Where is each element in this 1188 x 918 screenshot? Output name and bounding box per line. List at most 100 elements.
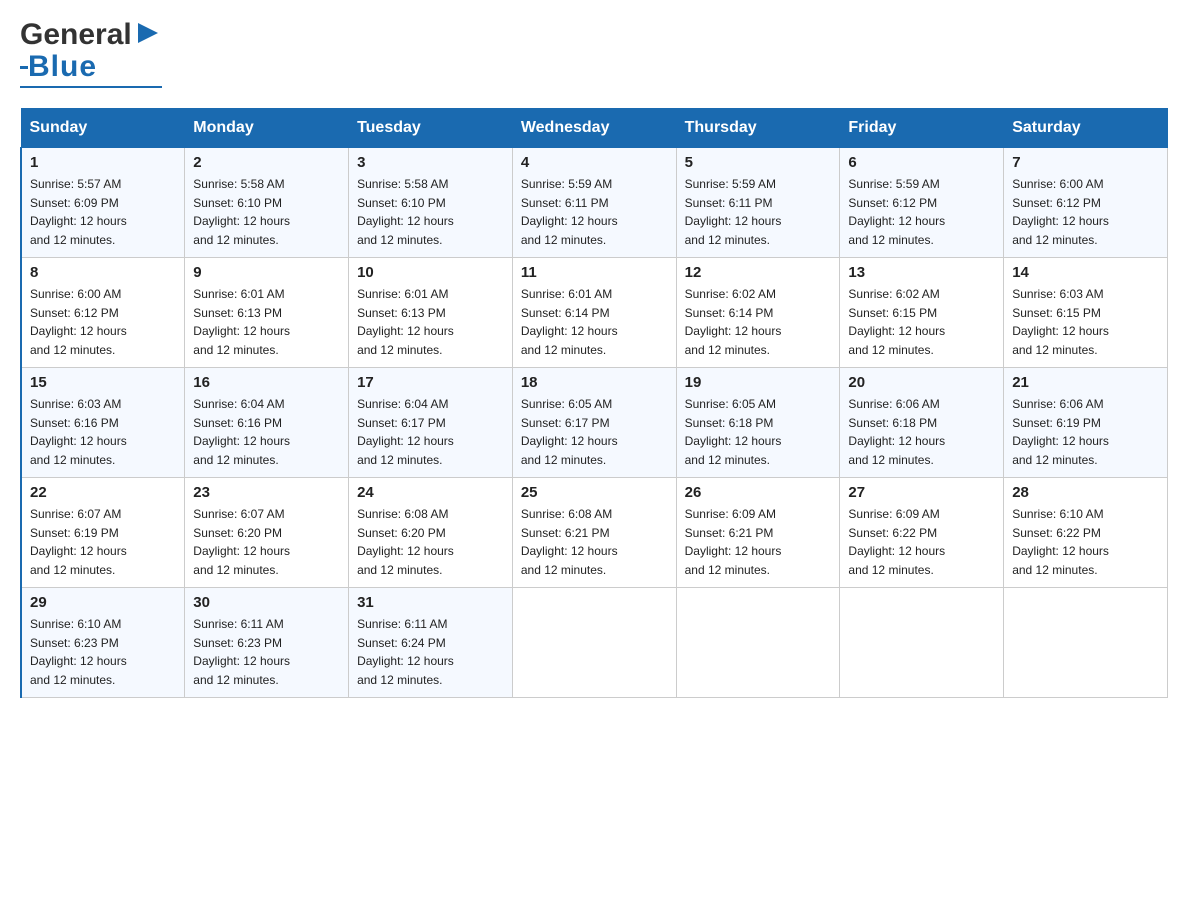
day-number: 5	[685, 154, 832, 171]
day-info: Sunrise: 6:10 AMSunset: 6:22 PMDaylight:…	[1012, 505, 1159, 579]
day-info: Sunrise: 6:02 AMSunset: 6:15 PMDaylight:…	[848, 285, 995, 359]
calendar-cell: 17 Sunrise: 6:04 AMSunset: 6:17 PMDayligh…	[349, 368, 513, 478]
calendar-cell: 9 Sunrise: 6:01 AMSunset: 6:13 PMDaylight…	[185, 258, 349, 368]
day-number: 31	[357, 594, 504, 611]
calendar-week-2: 8 Sunrise: 6:00 AMSunset: 6:12 PMDaylight…	[21, 258, 1168, 368]
day-number: 30	[193, 594, 340, 611]
day-info: Sunrise: 5:59 AMSunset: 6:11 PMDaylight:…	[685, 175, 832, 249]
day-number: 12	[685, 264, 832, 281]
calendar-cell: 11 Sunrise: 6:01 AMSunset: 6:14 PMDayligh…	[512, 258, 676, 368]
day-number: 15	[30, 374, 176, 391]
day-info: Sunrise: 6:10 AMSunset: 6:23 PMDaylight:…	[30, 615, 176, 689]
calendar-table: SundayMondayTuesdayWednesdayThursdayFrid…	[20, 108, 1168, 698]
calendar-cell: 22Sunrise: 6:07 AMSunset: 6:19 PMDayligh…	[21, 478, 185, 588]
day-number: 23	[193, 484, 340, 501]
calendar-cell: 19 Sunrise: 6:05 AMSunset: 6:18 PMDayligh…	[676, 368, 840, 478]
day-number: 16	[193, 374, 340, 391]
calendar-cell: 13 Sunrise: 6:02 AMSunset: 6:15 PMDayligh…	[840, 258, 1004, 368]
day-info: Sunrise: 5:58 AMSunset: 6:10 PMDaylight:…	[193, 175, 340, 249]
header-sunday: Sunday	[21, 109, 185, 148]
calendar-cell: 28 Sunrise: 6:10 AMSunset: 6:22 PMDayligh…	[1004, 478, 1168, 588]
day-info: Sunrise: 6:08 AMSunset: 6:20 PMDaylight:…	[357, 505, 504, 579]
day-info: Sunrise: 5:59 AMSunset: 6:12 PMDaylight:…	[848, 175, 995, 249]
header-thursday: Thursday	[676, 109, 840, 148]
day-number: 1	[30, 154, 176, 171]
day-number: 7	[1012, 154, 1159, 171]
day-info: Sunrise: 6:01 AMSunset: 6:13 PMDaylight:…	[193, 285, 340, 359]
page-header: General Blue	[20, 20, 1168, 88]
calendar-cell: 30 Sunrise: 6:11 AMSunset: 6:23 PMDayligh…	[185, 588, 349, 698]
calendar-cell: 16Sunrise: 6:04 AMSunset: 6:16 PMDayligh…	[185, 368, 349, 478]
day-number: 17	[357, 374, 504, 391]
calendar-cell: 14Sunrise: 6:03 AMSunset: 6:15 PMDayligh…	[1004, 258, 1168, 368]
calendar-cell: 26Sunrise: 6:09 AMSunset: 6:21 PMDayligh…	[676, 478, 840, 588]
header-tuesday: Tuesday	[349, 109, 513, 148]
calendar-week-3: 15 Sunrise: 6:03 AMSunset: 6:16 PMDayligh…	[21, 368, 1168, 478]
day-info: Sunrise: 6:08 AMSunset: 6:21 PMDaylight:…	[521, 505, 668, 579]
calendar-cell	[676, 588, 840, 698]
day-info: Sunrise: 6:07 AMSunset: 6:20 PMDaylight:…	[193, 505, 340, 579]
day-number: 6	[848, 154, 995, 171]
day-number: 25	[521, 484, 668, 501]
logo: General Blue	[20, 20, 162, 88]
calendar-cell	[840, 588, 1004, 698]
day-info: Sunrise: 6:09 AMSunset: 6:22 PMDaylight:…	[848, 505, 995, 579]
day-number: 21	[1012, 374, 1159, 391]
calendar-cell: 20 Sunrise: 6:06 AMSunset: 6:18 PMDayligh…	[840, 368, 1004, 478]
calendar-cell: 4 Sunrise: 5:59 AMSunset: 6:11 PMDaylight…	[512, 148, 676, 258]
calendar-cell: 8 Sunrise: 6:00 AMSunset: 6:12 PMDaylight…	[21, 258, 185, 368]
day-number: 11	[521, 264, 668, 281]
calendar-cell: 24 Sunrise: 6:08 AMSunset: 6:20 PMDayligh…	[349, 478, 513, 588]
day-number: 28	[1012, 484, 1159, 501]
day-number: 24	[357, 484, 504, 501]
day-number: 20	[848, 374, 995, 391]
calendar-week-4: 22Sunrise: 6:07 AMSunset: 6:19 PMDayligh…	[21, 478, 1168, 588]
logo-general: General	[20, 20, 132, 50]
calendar-cell	[1004, 588, 1168, 698]
header-friday: Friday	[840, 109, 1004, 148]
calendar-week-1: 1Sunrise: 5:57 AMSunset: 6:09 PMDaylight…	[21, 148, 1168, 258]
day-number: 2	[193, 154, 340, 171]
calendar-cell: 6 Sunrise: 5:59 AMSunset: 6:12 PMDaylight…	[840, 148, 1004, 258]
day-number: 8	[30, 264, 176, 281]
logo-blue: Blue	[28, 50, 97, 84]
calendar-cell: 27 Sunrise: 6:09 AMSunset: 6:22 PMDayligh…	[840, 478, 1004, 588]
day-number: 9	[193, 264, 340, 281]
header-wednesday: Wednesday	[512, 109, 676, 148]
day-info: Sunrise: 6:00 AMSunset: 6:12 PMDaylight:…	[30, 285, 176, 359]
day-number: 4	[521, 154, 668, 171]
day-info: Sunrise: 5:58 AMSunset: 6:10 PMDaylight:…	[357, 175, 504, 249]
day-info: Sunrise: 6:06 AMSunset: 6:18 PMDaylight:…	[848, 395, 995, 469]
day-info: Sunrise: 6:01 AMSunset: 6:13 PMDaylight:…	[357, 285, 504, 359]
day-info: Sunrise: 6:06 AMSunset: 6:19 PMDaylight:…	[1012, 395, 1159, 469]
day-info: Sunrise: 6:02 AMSunset: 6:14 PMDaylight:…	[685, 285, 832, 359]
calendar-cell	[512, 588, 676, 698]
day-info: Sunrise: 6:00 AMSunset: 6:12 PMDaylight:…	[1012, 175, 1159, 249]
day-number: 26	[685, 484, 832, 501]
calendar-cell: 10 Sunrise: 6:01 AMSunset: 6:13 PMDayligh…	[349, 258, 513, 368]
calendar-cell: 1Sunrise: 5:57 AMSunset: 6:09 PMDaylight…	[21, 148, 185, 258]
day-info: Sunrise: 6:04 AMSunset: 6:17 PMDaylight:…	[357, 395, 504, 469]
calendar-cell: 18Sunrise: 6:05 AMSunset: 6:17 PMDayligh…	[512, 368, 676, 478]
calendar-cell: 23 Sunrise: 6:07 AMSunset: 6:20 PMDayligh…	[185, 478, 349, 588]
day-number: 27	[848, 484, 995, 501]
calendar-cell: 29Sunrise: 6:10 AMSunset: 6:23 PMDayligh…	[21, 588, 185, 698]
day-number: 10	[357, 264, 504, 281]
calendar-cell: 31Sunrise: 6:11 AMSunset: 6:24 PMDayligh…	[349, 588, 513, 698]
day-number: 13	[848, 264, 995, 281]
day-info: Sunrise: 6:03 AMSunset: 6:15 PMDaylight:…	[1012, 285, 1159, 359]
day-info: Sunrise: 6:03 AMSunset: 6:16 PMDaylight:…	[30, 395, 176, 469]
calendar-cell: 3Sunrise: 5:58 AMSunset: 6:10 PMDaylight…	[349, 148, 513, 258]
day-info: Sunrise: 6:11 AMSunset: 6:23 PMDaylight:…	[193, 615, 340, 689]
calendar-cell: 5 Sunrise: 5:59 AMSunset: 6:11 PMDaylight…	[676, 148, 840, 258]
day-info: Sunrise: 5:59 AMSunset: 6:11 PMDaylight:…	[521, 175, 668, 249]
day-info: Sunrise: 6:01 AMSunset: 6:14 PMDaylight:…	[521, 285, 668, 359]
day-number: 18	[521, 374, 668, 391]
day-number: 19	[685, 374, 832, 391]
calendar-cell: 2 Sunrise: 5:58 AMSunset: 6:10 PMDaylight…	[185, 148, 349, 258]
calendar-cell: 21 Sunrise: 6:06 AMSunset: 6:19 PMDayligh…	[1004, 368, 1168, 478]
calendar-cell: 12 Sunrise: 6:02 AMSunset: 6:14 PMDayligh…	[676, 258, 840, 368]
calendar-week-5: 29Sunrise: 6:10 AMSunset: 6:23 PMDayligh…	[21, 588, 1168, 698]
day-info: Sunrise: 6:05 AMSunset: 6:18 PMDaylight:…	[685, 395, 832, 469]
header-monday: Monday	[185, 109, 349, 148]
